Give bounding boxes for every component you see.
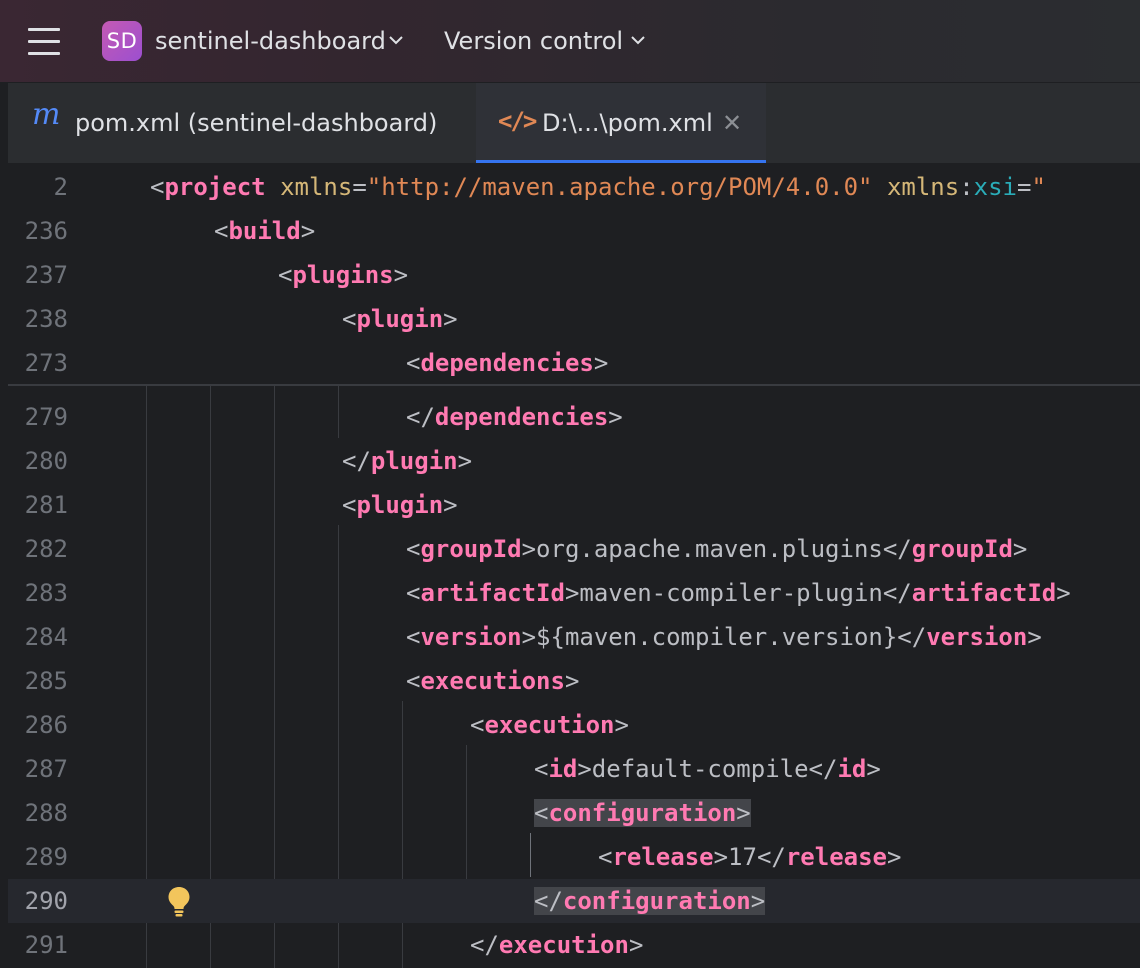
code-text: <plugin>	[342, 491, 458, 519]
maven-icon: m	[32, 97, 61, 132]
code-text: <version>${maven.compiler.version}</vers…	[406, 623, 1042, 651]
code-text: </configuration>	[534, 879, 766, 923]
tab-label: D:\...\pom.xml	[542, 109, 713, 137]
tab-label: pom.xml (sentinel-dashboard)	[75, 109, 438, 137]
matched-tag-highlight: <configuration>	[534, 799, 751, 827]
code-line[interactable]: 284 <version>${maven.compiler.version}</…	[8, 615, 1140, 659]
line-number: 285	[24, 667, 68, 695]
line-number: 279	[24, 403, 68, 431]
code-text: <id>default-compile</id>	[534, 755, 881, 783]
sticky-line[interactable]: 238 <plugin>	[8, 297, 1140, 341]
code-line[interactable]: 283 <artifactId>maven-compiler-plugin</a…	[8, 571, 1140, 615]
code-text: <configuration>	[534, 791, 751, 835]
code-line[interactable]: 285 <executions>	[8, 659, 1140, 703]
code-line[interactable]: 280 </plugin>	[8, 439, 1140, 483]
code-text: </execution>	[470, 931, 644, 959]
line-number: 290	[24, 887, 68, 915]
tab-pom-sentinel-dashboard[interactable]: m pom.xml (sentinel-dashboard)	[8, 83, 476, 163]
code-line[interactable]: 291 </execution>	[8, 923, 1140, 967]
tab-pom-xml-active[interactable]: </> D:\...\pom.xml ✕	[476, 83, 766, 163]
title-bar: SD sentinel-dashboard Version control	[0, 0, 1140, 82]
sticky-line[interactable]: 237 <plugins>	[8, 253, 1140, 297]
xml-file-icon: </>	[498, 107, 537, 135]
code-line[interactable]: 282 <groupId>org.apache.maven.plugins</g…	[8, 527, 1140, 571]
project-switcher[interactable]: sentinel-dashboard	[155, 26, 386, 56]
code-line[interactable]: 287 <id>default-compile</id>	[8, 747, 1140, 791]
code-editor[interactable]: 2 <project xmlns="http://maven.apache.or…	[8, 163, 1140, 968]
version-control-menu[interactable]: Version control	[444, 26, 623, 56]
code-text: <executions>	[406, 667, 580, 695]
code-text: <project xmlns="http://maven.apache.org/…	[150, 173, 1046, 201]
line-number: 282	[24, 535, 68, 563]
sticky-line[interactable]: 2 <project xmlns="http://maven.apache.or…	[8, 165, 1140, 209]
line-number: 273	[24, 349, 68, 377]
line-number: 289	[24, 843, 68, 871]
line-number: 280	[24, 447, 68, 475]
line-number: 238	[24, 305, 68, 333]
sticky-scroll-header[interactable]: 2 <project xmlns="http://maven.apache.or…	[8, 163, 1140, 386]
code-line[interactable]: 279 </dependencies>	[8, 395, 1140, 439]
matched-tag-highlight: </configuration>	[534, 887, 766, 915]
code-text: </dependencies>	[406, 403, 623, 431]
line-number: 287	[24, 755, 68, 783]
chevron-down-icon[interactable]	[388, 35, 404, 45]
project-badge[interactable]: SD	[102, 21, 142, 61]
code-line[interactable]: 281 <plugin>	[8, 483, 1140, 527]
code-text: </plugin>	[342, 447, 473, 475]
code-text: <build>	[214, 217, 316, 245]
code-text: <plugin>	[342, 305, 458, 333]
close-tab-icon[interactable]: ✕	[722, 108, 742, 138]
code-text: <dependencies>	[406, 349, 609, 377]
line-number: 237	[24, 261, 68, 289]
code-text: <groupId>org.apache.maven.plugins</group…	[406, 535, 1028, 563]
code-text: <artifactId>maven-compiler-plugin</artif…	[406, 579, 1071, 607]
lightbulb-icon[interactable]	[166, 885, 192, 917]
code-line[interactable]: 289 <release>17</release>	[8, 835, 1140, 879]
line-number: 283	[24, 579, 68, 607]
code-text: <execution>	[470, 711, 629, 739]
line-number: 236	[24, 217, 68, 245]
line-number: 288	[24, 799, 68, 827]
sticky-line[interactable]: 273 <dependencies>	[8, 341, 1140, 385]
sticky-line[interactable]: 236 <build>	[8, 209, 1140, 253]
code-text: <plugins>	[278, 261, 409, 289]
chevron-down-icon[interactable]	[630, 35, 646, 45]
line-number: 286	[24, 711, 68, 739]
editor-tab-bar: m pom.xml (sentinel-dashboard) </> D:\..…	[8, 82, 1140, 163]
main-menu-icon[interactable]	[28, 28, 60, 55]
code-text: <release>17</release>	[598, 843, 902, 871]
line-number: 281	[24, 491, 68, 519]
code-line[interactable]: 288 <configuration>	[8, 791, 1140, 835]
line-number: 2	[53, 173, 68, 201]
code-line[interactable]: 286 <execution>	[8, 703, 1140, 747]
line-number: 291	[24, 931, 68, 959]
line-number: 284	[24, 623, 68, 651]
